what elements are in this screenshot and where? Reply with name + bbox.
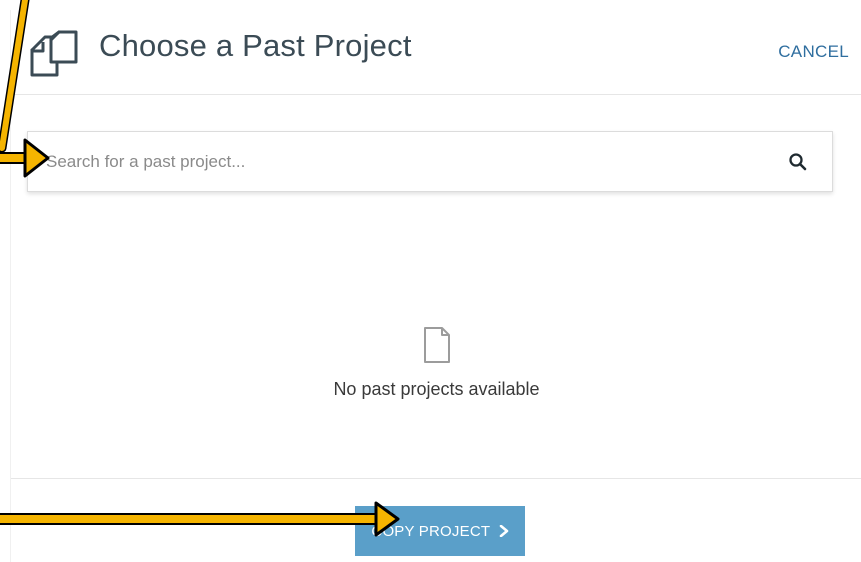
chevron-right-icon — [499, 525, 508, 538]
copy-project-button[interactable]: COPY PROJECT — [355, 506, 525, 556]
search-input[interactable] — [28, 132, 768, 191]
copy-documents-icon — [30, 30, 78, 77]
dialog-title: Choose a Past Project — [99, 28, 412, 63]
document-icon — [423, 327, 450, 363]
cancel-button[interactable]: CANCEL — [778, 42, 849, 62]
choose-past-project-dialog: Choose a Past Project CANCEL No past pro… — [10, 10, 861, 562]
dialog-header: Choose a Past Project CANCEL — [11, 10, 861, 95]
dialog-footer: COPY PROJECT — [11, 478, 861, 562]
copy-project-label: COPY PROJECT — [371, 522, 491, 540]
search-box — [27, 131, 833, 192]
empty-state-message: No past projects available — [333, 379, 540, 399]
search-icon[interactable] — [788, 152, 808, 172]
empty-state: No past projects available — [11, 326, 861, 400]
